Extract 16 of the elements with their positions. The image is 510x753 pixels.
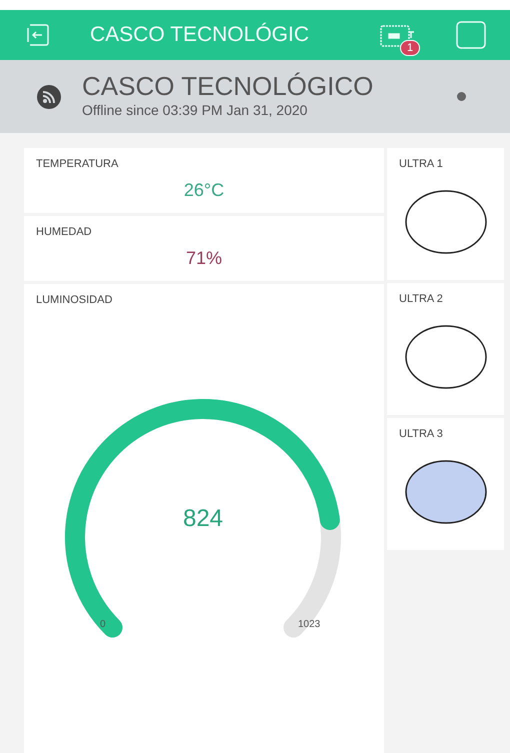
gauge-max: 1023 [298, 618, 320, 632]
display-label: HUMEDAD [36, 225, 93, 240]
square-icon[interactable] [456, 21, 486, 49]
gauge-min: 0 [100, 618, 106, 632]
display-value: 26°C [184, 178, 224, 202]
led-label: ULTRA 3 [399, 427, 444, 442]
gauge-value: 824 [182, 504, 224, 534]
notification-badge: 1 [400, 40, 420, 56]
gauge-label: LUMINOSIDAD [36, 293, 114, 308]
display-value: 71% [186, 246, 222, 270]
led-label: ULTRA 1 [399, 157, 444, 172]
app-title: CASCO TECNOLÓGIC [90, 22, 310, 48]
device-status: Offline since 03:39 PM Jan 31, 2020 [82, 101, 308, 120]
led-label: ULTRA 2 [399, 292, 444, 307]
display-label: TEMPERATURA [36, 157, 120, 172]
device-name: CASCO TECNOLÓGICO [82, 72, 374, 100]
